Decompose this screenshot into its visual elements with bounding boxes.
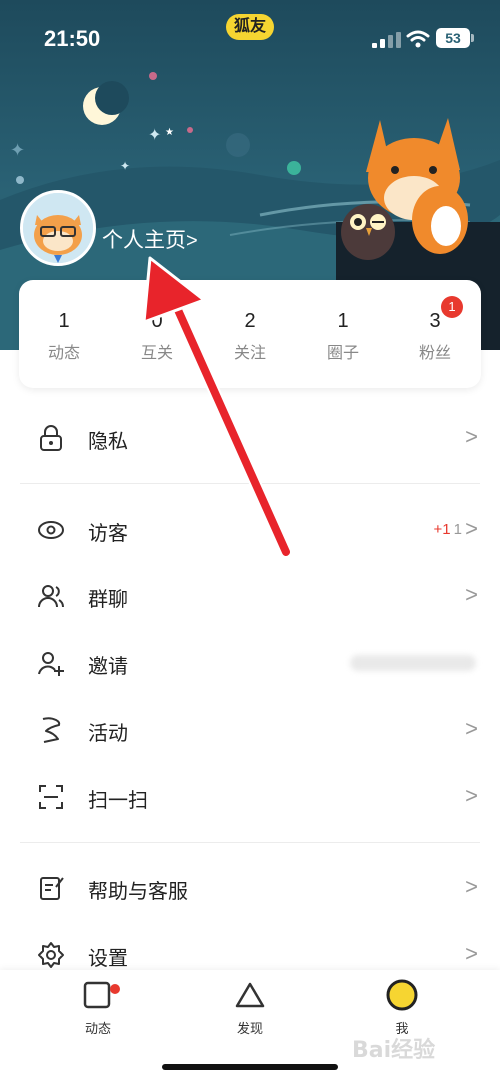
blurred-content (350, 655, 476, 671)
feed-square-icon (83, 981, 111, 1009)
stat-value: 1 (337, 310, 349, 332)
menu-item-activity[interactable]: 活动 > (0, 700, 500, 760)
stat-following[interactable]: 2 关注 (210, 310, 290, 363)
stat-label: 圈子 (326, 345, 359, 362)
menu-label: 邀请 (88, 656, 128, 678)
signal-icon (372, 32, 401, 48)
chevron-right-icon: > (465, 424, 478, 449)
chevron-right-icon: > (465, 582, 478, 607)
wifi-icon (406, 30, 430, 48)
stat-value: 2 (244, 310, 256, 332)
watermark: Bai经验 (352, 1038, 436, 1063)
divider (20, 483, 480, 484)
chevron-right-icon: > (465, 941, 478, 966)
menu-item-scan[interactable]: 扫一扫 > (0, 767, 500, 827)
menu-label: 帮助与客服 (88, 881, 188, 903)
chevron-right-icon: > (465, 516, 478, 541)
lock-icon (40, 425, 62, 451)
discover-triangle-icon (235, 982, 265, 1008)
chevron-right-icon: > (186, 230, 198, 252)
stat-fans[interactable]: 3 粉丝 (395, 310, 475, 363)
me-circle-icon (386, 979, 418, 1011)
status-time: 21:50 (44, 26, 101, 51)
add-user-icon (38, 652, 64, 676)
stat-label: 粉丝 (418, 345, 451, 362)
flag-icon (42, 717, 61, 743)
menu-item-privacy[interactable]: 隐私 > (0, 408, 500, 468)
svg-text:✦: ✦ (10, 140, 25, 161)
battery-level: 53 (436, 28, 470, 48)
new-visitor-count: +1 (433, 521, 451, 538)
stat-mutual[interactable]: 0 互关 (117, 310, 197, 363)
moon-icon (83, 81, 129, 125)
menu-item-invite[interactable]: 邀请 (0, 633, 500, 693)
visitor-counts: +1 1 (434, 521, 462, 538)
stat-value: 3 (429, 310, 441, 332)
svg-text:✦: ✦ (148, 125, 161, 144)
stat-value: 1 (58, 310, 70, 332)
help-icon (40, 877, 64, 900)
menu-item-help[interactable]: 帮助与客服 > (0, 858, 500, 918)
gear-icon (38, 942, 64, 968)
personal-homepage-label: 个人主页 (102, 229, 186, 252)
menu-label: 群聊 (88, 589, 128, 611)
chevron-right-icon: > (465, 783, 478, 808)
stat-value: 0 (151, 310, 163, 332)
app-badge: 狐友 (226, 14, 274, 40)
notification-dot (110, 984, 120, 994)
stat-label: 互关 (140, 345, 173, 362)
stat-circles[interactable]: 1 圈子 (303, 310, 383, 363)
svg-text:★: ★ (165, 127, 174, 138)
battery-icon: 53 (436, 28, 474, 50)
chevron-right-icon: > (465, 716, 478, 741)
stats-card: 1 动态 0 互关 2 关注 1 圈子 3 粉丝 (19, 280, 481, 388)
owl-illustration (341, 204, 395, 260)
stat-label: 动态 (47, 345, 80, 362)
tab-label: 发现 (236, 1021, 263, 1036)
chevron-right-icon: > (465, 874, 478, 899)
visitor-total: 1 (453, 521, 462, 538)
stat-posts[interactable]: 1 动态 (24, 310, 104, 363)
eye-icon (38, 521, 64, 539)
scan-icon (39, 785, 63, 809)
avatar[interactable] (20, 190, 96, 266)
menu-label: 访客 (88, 523, 128, 545)
tab-feed[interactable]: 动态 (48, 978, 148, 1037)
menu-label: 设置 (88, 948, 128, 970)
stat-label: 关注 (233, 345, 266, 362)
menu-label: 隐私 (88, 431, 128, 453)
menu-label: 活动 (88, 723, 128, 745)
divider (20, 842, 480, 843)
menu-item-visitors[interactable]: 访客 +1 1 > (0, 500, 500, 560)
tab-discover[interactable]: 发现 (200, 978, 300, 1037)
svg-text:✦: ✦ (120, 159, 130, 173)
fans-notification-badge: 1 (441, 296, 463, 318)
personal-homepage-link[interactable]: 个人主页> (102, 224, 198, 254)
tab-label: 动态 (84, 1021, 111, 1036)
menu-label: 扫一扫 (88, 790, 148, 812)
menu-item-group-chat[interactable]: 群聊 > (0, 566, 500, 626)
tab-me[interactable]: 我 (352, 978, 452, 1037)
home-indicator (162, 1064, 338, 1070)
group-icon (38, 585, 65, 608)
avatar-image (23, 193, 93, 263)
